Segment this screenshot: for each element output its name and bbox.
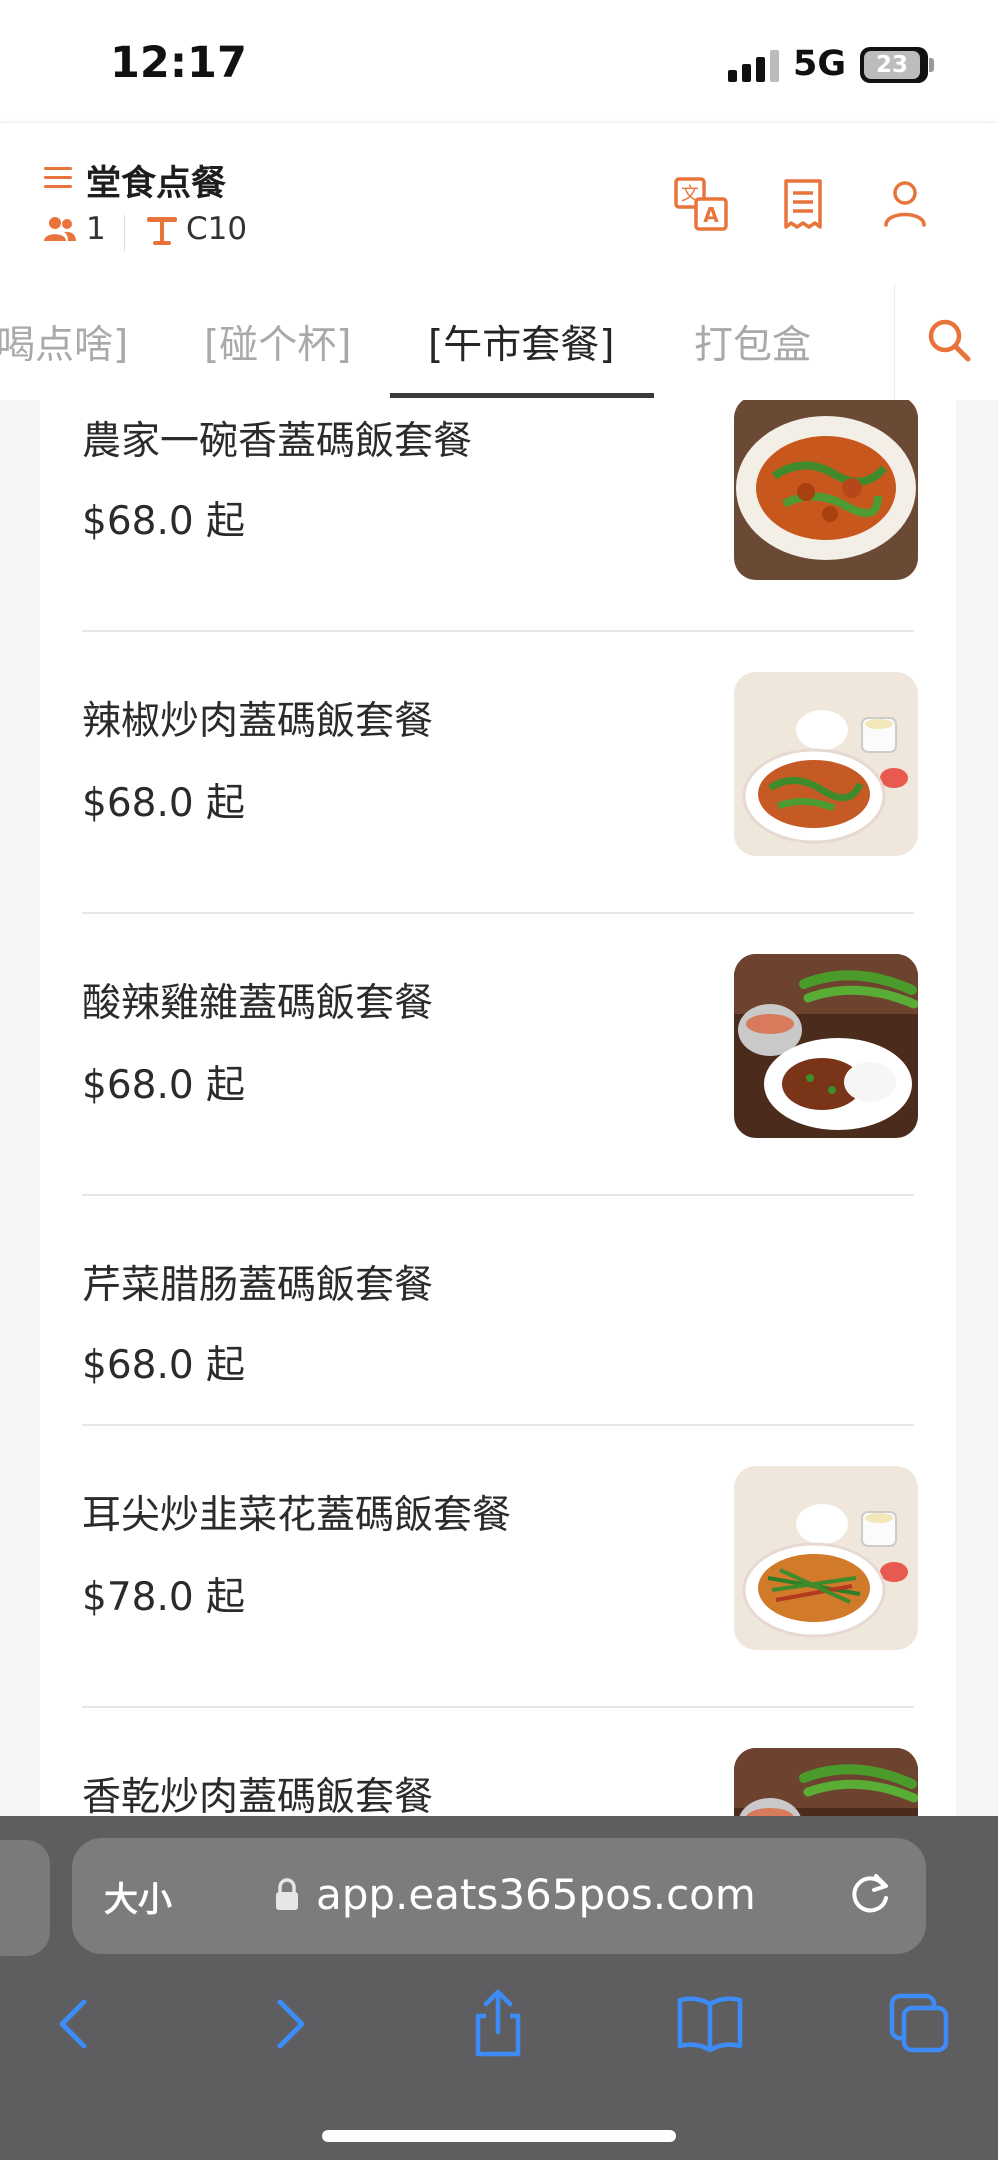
dish-name: 農家一碗香蓋碼飯套餐 [82,419,473,464]
tabs-icon[interactable] [880,1984,960,2064]
dish-price: $68.0 起 [82,499,246,544]
user-icon[interactable] [876,175,934,233]
guest-count: 1 [86,211,106,247]
forward-icon[interactable] [250,1984,330,2064]
tab-lunch-sets[interactable]: [午市套餐] [428,314,614,370]
svg-text:A: A [703,203,719,227]
dish-image[interactable] [734,400,918,580]
reload-icon[interactable] [844,1868,896,1920]
lock-icon [276,1878,298,1910]
table-icon [147,217,177,245]
back-icon[interactable] [34,1984,114,2064]
dish-image[interactable] [734,1466,918,1650]
search-icon[interactable] [926,317,972,363]
dish-price: $68.0 起 [82,781,246,826]
menu-item[interactable]: 香乾炒肉蓋碼飯套餐 [40,1708,956,1816]
network-type: 5G [793,44,847,84]
text-size-button[interactable]: 大小 [104,1872,172,1921]
previous-tab-preview[interactable] [0,1840,50,1956]
table-number: C10 [186,211,248,247]
address-bar[interactable]: 大小 app.eats365pos.com [72,1838,926,1954]
menu-item[interactable]: 耳尖炒韭菜花蓋碼飯套餐 $78.0 起 [40,1426,956,1708]
dish-image[interactable] [734,1748,918,1816]
menu-item[interactable]: 農家一碗香蓋碼飯套餐 $68.0 起 [40,400,956,632]
signal-icon [728,50,780,82]
battery-level: 23 [864,51,920,79]
status-bar: 12:17 5G 23 [0,0,998,122]
dish-name: 芹菜腊肠蓋碼飯套餐 [82,1263,434,1308]
meta-divider [124,215,125,251]
menu-item[interactable]: 辣椒炒肉蓋碼飯套餐 $68.0 起 [40,632,956,914]
dish-name: 辣椒炒肉蓋碼飯套餐 [82,699,434,744]
app-header: 堂食点餐 1 C10 文 A [0,122,998,284]
dish-image[interactable] [734,672,918,856]
tab-drinks[interactable]: 喝点啥] [0,314,128,370]
dish-price: $68.0 起 [82,1343,246,1388]
battery-icon: 23 [860,47,928,83]
home-indicator[interactable] [322,2130,676,2142]
dish-price: $68.0 起 [82,1063,246,1108]
tab-takeaway-box[interactable]: 打包盒 [694,314,811,370]
dish-name: 耳尖炒韭菜花蓋碼飯套餐 [82,1493,512,1538]
dish-image[interactable] [734,954,918,1138]
url-text[interactable]: app.eats365pos.com [316,1870,756,1919]
menu-icon[interactable] [44,167,72,189]
active-tab-indicator [390,393,654,398]
share-icon[interactable] [458,1984,538,2064]
bookmarks-icon[interactable] [670,1984,750,2064]
dish-price: $78.0 起 [82,1575,246,1620]
translate-icon[interactable]: 文 A [672,175,730,233]
tab-cheers[interactable]: [碰个杯] [204,314,351,370]
receipt-icon[interactable] [774,175,832,233]
browser-toolbar: 大小 app.eats365pos.com [0,1816,998,2160]
page-title: 堂食点餐 [86,164,227,204]
status-time: 12:17 [110,38,247,88]
people-icon [44,217,76,241]
battery-tip [929,58,934,72]
dish-name: 香乾炒肉蓋碼飯套餐 [82,1775,434,1816]
menu-item[interactable]: 芹菜腊肠蓋碼飯套餐 $68.0 起 [40,1196,956,1426]
category-tabs: 喝点啥] [碰个杯] [午市套餐] 打包盒 [0,284,998,400]
dish-name: 酸辣雞雜蓋碼飯套餐 [82,981,434,1026]
menu-item[interactable]: 酸辣雞雜蓋碼飯套餐 $68.0 起 [40,914,956,1196]
menu-list: 農家一碗香蓋碼飯套餐 $68.0 起 辣椒炒肉蓋碼飯套餐 $68.0 起 酸辣雞… [40,400,956,1816]
